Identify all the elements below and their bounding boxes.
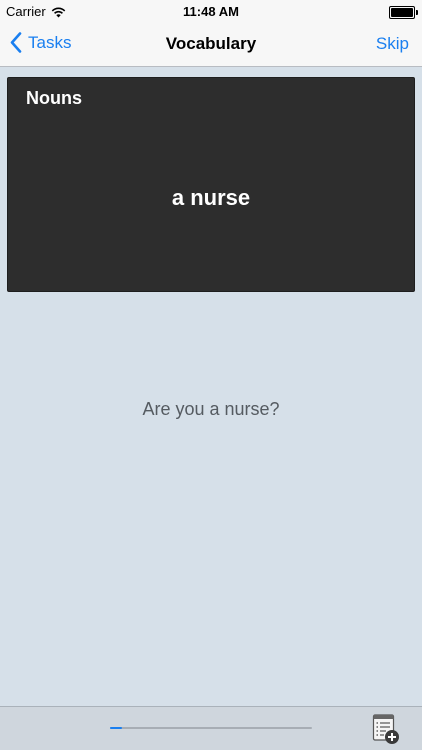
skip-button[interactable]: Skip [376,34,409,54]
battery-tip [416,10,418,15]
vocabulary-screen: Carrier 11:48 AM Tasks Vocabulary Skip N… [0,0,422,750]
status-bar: Carrier 11:48 AM [0,0,422,22]
navigation-bar: Tasks Vocabulary Skip [0,22,422,67]
bottom-toolbar [0,706,422,750]
page-title: Vocabulary [165,34,257,53]
status-time: 11:48 AM [183,4,239,19]
example-sentence: Are you a nurse? [142,399,280,419]
add-to-list-icon [372,713,400,745]
card-category: Nouns [26,88,82,108]
progress-bar [110,727,312,729]
battery-icon [389,6,418,19]
battery-level [391,8,413,17]
card-term: a nurse [171,185,251,210]
add-to-list-button[interactable] [372,713,400,745]
progress-fill [110,727,123,729]
flashcard[interactable]: Nouns a nurse [7,77,415,292]
